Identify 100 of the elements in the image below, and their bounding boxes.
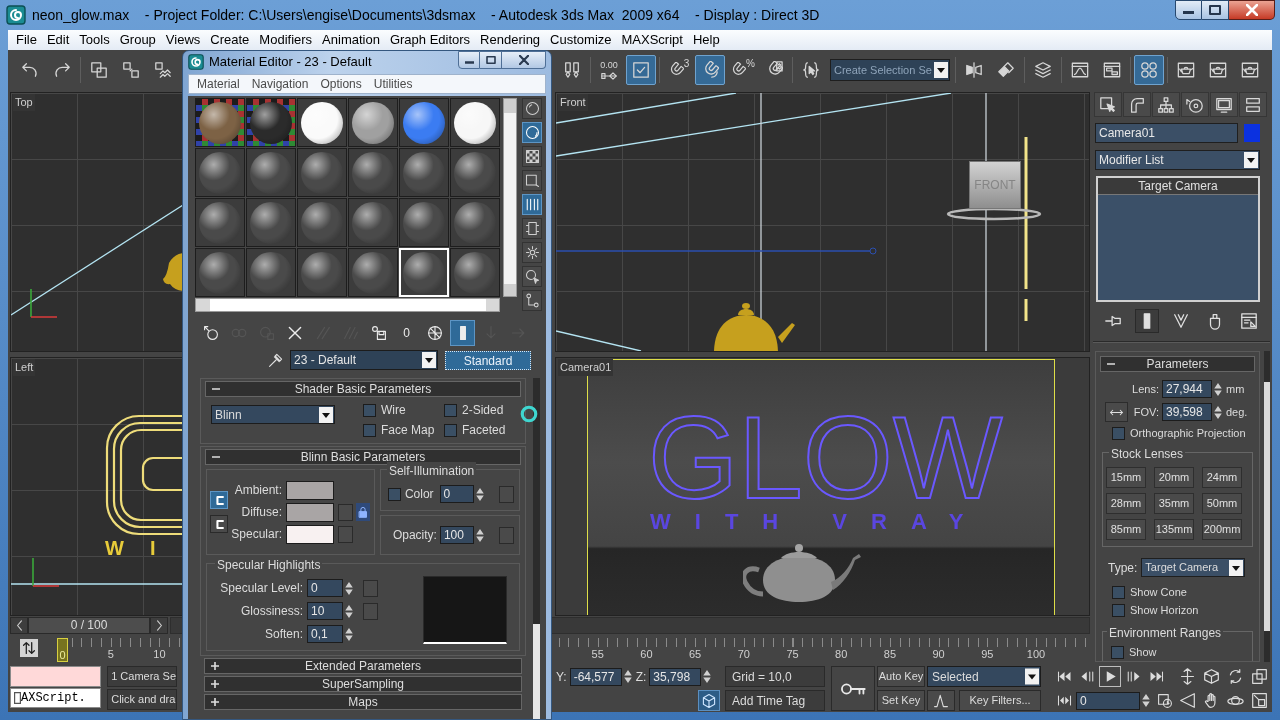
rollout-header[interactable]: Extended Parameters [204, 658, 522, 674]
show-end-result-button[interactable] [1135, 309, 1159, 333]
lens-preset-button[interactable]: 85mm [1106, 519, 1146, 540]
menu-item[interactable]: Navigation [245, 75, 315, 93]
lens-preset-button[interactable]: 35mm [1154, 493, 1194, 514]
spinner-arrows-icon[interactable] [475, 527, 484, 543]
window-crossing-button[interactable] [626, 55, 656, 85]
current-frame-field[interactable]: 0 [1076, 691, 1140, 710]
material-name-dropdown[interactable]: 23 - Default [290, 350, 438, 370]
spinner-arrows-icon[interactable] [623, 669, 632, 684]
spinner-arrows-icon[interactable] [475, 486, 484, 502]
checkbox[interactable] [1112, 426, 1125, 440]
frame-marker[interactable]: 0 [57, 638, 68, 662]
selection-set-field[interactable]: Create Selection Se [830, 59, 950, 81]
color-lock-button[interactable] [210, 491, 228, 509]
camera-type-dropdown[interactable]: Target Camera [1141, 558, 1246, 577]
lens-preset-button[interactable]: 50mm [1202, 493, 1242, 514]
viewport-label[interactable]: Camera01 [558, 359, 614, 376]
angle-snap-button[interactable] [695, 55, 725, 85]
menu-item[interactable]: Customize [545, 30, 617, 50]
key-mode-dropdown[interactable]: Selected [927, 666, 1041, 687]
vertical-scrollbar[interactable] [503, 98, 517, 297]
menu-item[interactable]: Edit [41, 30, 75, 50]
opacity-field[interactable]: 100 [439, 526, 474, 544]
object-name-field[interactable]: Camera01 [1095, 123, 1238, 143]
navigator-button[interactable] [522, 290, 542, 311]
listener-output-field[interactable]: AXScript. [10, 688, 102, 708]
color-swatch-icon[interactable] [1244, 124, 1260, 142]
menu-item[interactable]: Help [687, 30, 725, 50]
menu-item[interactable]: Group [114, 30, 161, 50]
material-type-button[interactable]: Standard [445, 350, 531, 370]
color-swatch-icon[interactable] [286, 524, 334, 544]
modify-tab[interactable] [1123, 92, 1151, 117]
spinner-arrows-icon[interactable] [1214, 381, 1222, 397]
modifier-list-dropdown[interactable]: Modifier List [1095, 150, 1260, 170]
coordinate-field[interactable]: 35,798 [649, 667, 702, 686]
color-lock-button[interactable] [210, 515, 228, 533]
select-by-material-button[interactable] [522, 266, 542, 287]
rollout-header[interactable]: Parameters [1100, 356, 1255, 372]
checkbox[interactable] [363, 403, 376, 417]
lens-preset-button[interactable]: 24mm [1202, 467, 1242, 488]
spinner-value-button[interactable]: 0.00 [594, 55, 624, 85]
menu-item[interactable]: Tools [74, 30, 115, 50]
minimize-button[interactable] [458, 51, 480, 69]
checkbox[interactable] [444, 403, 457, 417]
menu-item[interactable]: Options [314, 75, 368, 93]
viewport-label[interactable]: Top [13, 94, 35, 111]
lens-field[interactable]: 27,944 [1162, 380, 1212, 398]
viewport-label[interactable]: Front [558, 94, 588, 111]
viewport-label[interactable]: Left [13, 359, 36, 376]
make-preview-button[interactable] [522, 218, 542, 239]
motion-tab[interactable] [1181, 92, 1209, 117]
highlight-field[interactable]: 0 [307, 579, 343, 597]
time-tag-field[interactable]: Add Time Tag [725, 690, 825, 711]
menu-item[interactable]: Rendering [475, 30, 546, 50]
previous-frame-button[interactable] [10, 616, 28, 634]
lens-preset-button[interactable]: 15mm [1106, 467, 1146, 488]
coordinate-field[interactable]: -64,577 [569, 667, 622, 686]
checkbox[interactable] [444, 423, 457, 437]
checkbox[interactable] [363, 423, 376, 437]
key-tangent-button[interactable] [927, 690, 955, 711]
spinner-arrows-icon[interactable] [1214, 404, 1222, 420]
lens-preset-button[interactable]: 28mm [1106, 493, 1146, 514]
material-id-button[interactable]: 0 [394, 320, 419, 346]
spinner-arrows-icon[interactable] [345, 580, 353, 596]
self-illumination-field[interactable]: 0 [439, 485, 474, 503]
key-filters-button[interactable]: Key Filters... [959, 690, 1041, 711]
modifier-stack-item[interactable]: Target Camera [1098, 178, 1258, 195]
shader-dropdown[interactable]: Blinn [211, 405, 335, 424]
spinner-arrows-icon[interactable] [703, 669, 712, 684]
options-button[interactable] [522, 242, 542, 263]
padlock-button[interactable] [356, 503, 370, 521]
set-keys-button[interactable] [831, 666, 875, 711]
play-button[interactable] [1099, 666, 1121, 687]
maximize-button[interactable] [1202, 0, 1229, 20]
checkbox[interactable] [1112, 585, 1125, 599]
sample-type-button[interactable] [522, 98, 542, 119]
close-button[interactable] [502, 51, 546, 69]
spinner-arrows-icon[interactable] [345, 603, 353, 619]
time-tag-button[interactable] [698, 690, 720, 711]
lens-preset-button[interactable]: 135mm [1154, 519, 1194, 540]
utilities-tab[interactable] [1239, 92, 1267, 117]
menu-item[interactable]: Create [205, 30, 255, 50]
display-tab[interactable] [1210, 92, 1238, 117]
color-swatch-icon[interactable] [286, 480, 334, 500]
lens-preset-button[interactable]: 200mm [1202, 519, 1242, 540]
backlight-button[interactable] [522, 122, 542, 143]
hierarchy-tab[interactable] [1152, 92, 1180, 117]
rollout-header[interactable]: Shader Basic Parameters [205, 381, 521, 397]
next-frame-button[interactable] [150, 616, 168, 634]
material-editor-button[interactable] [1134, 55, 1164, 85]
highlight-field[interactable]: 0,1 [307, 625, 343, 643]
menu-item[interactable]: Modifiers [254, 30, 318, 50]
rollout-header[interactable]: SuperSampling [204, 676, 522, 692]
viewcube-ring[interactable] [946, 207, 1042, 221]
set-key-button[interactable]: Set Key [877, 690, 925, 711]
close-button[interactable] [1229, 0, 1275, 20]
highlight-field[interactable]: 10 [307, 602, 343, 620]
menu-item[interactable]: Graph Editors [384, 30, 476, 50]
lens-preset-button[interactable]: 20mm [1154, 467, 1194, 488]
